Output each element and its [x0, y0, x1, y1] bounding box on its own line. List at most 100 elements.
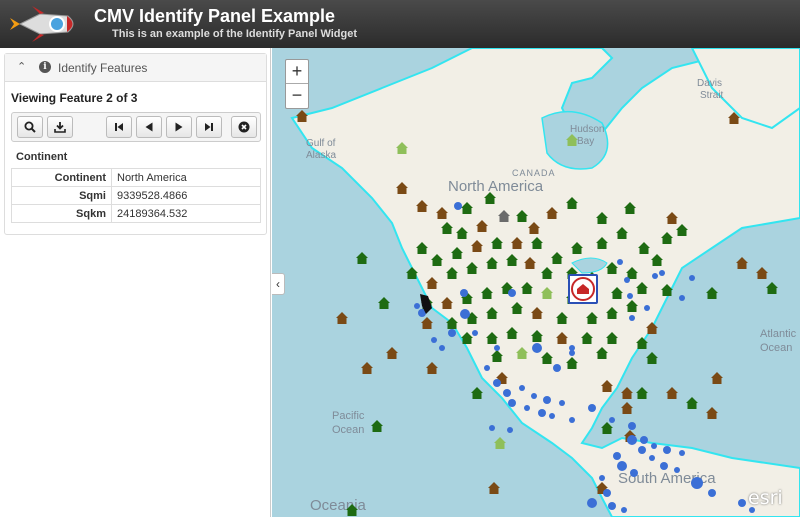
house-marker[interactable]	[451, 247, 463, 259]
clear-button[interactable]	[231, 116, 257, 138]
house-marker[interactable]	[661, 232, 673, 244]
house-marker[interactable]	[466, 262, 478, 274]
house-marker[interactable]	[361, 362, 373, 374]
feature-markers-layer[interactable]	[272, 48, 800, 517]
house-marker[interactable]	[461, 202, 473, 214]
point-marker[interactable]	[627, 293, 633, 299]
house-marker[interactable]	[624, 202, 636, 214]
point-marker[interactable]	[507, 427, 513, 433]
house-marker[interactable]	[621, 402, 633, 414]
house-marker[interactable]	[646, 352, 658, 364]
house-marker[interactable]	[601, 380, 613, 392]
house-marker[interactable]	[736, 257, 748, 269]
point-marker[interactable]	[439, 345, 445, 351]
point-marker[interactable]	[494, 345, 500, 351]
house-marker[interactable]	[756, 267, 768, 279]
house-marker[interactable]	[766, 282, 778, 294]
house-marker[interactable]	[531, 307, 543, 319]
point-marker[interactable]	[689, 275, 695, 281]
point-marker[interactable]	[738, 499, 746, 507]
house-marker[interactable]	[551, 252, 563, 264]
house-marker[interactable]	[556, 312, 568, 324]
house-marker[interactable]	[486, 307, 498, 319]
house-marker[interactable]	[596, 237, 608, 249]
point-marker[interactable]	[553, 364, 561, 372]
point-marker[interactable]	[543, 396, 551, 404]
house-marker[interactable]	[511, 237, 523, 249]
point-marker[interactable]	[629, 315, 635, 321]
last-feature-button[interactable]	[196, 116, 222, 138]
zoom-out-button[interactable]: −	[286, 84, 308, 108]
house-marker[interactable]	[541, 267, 553, 279]
point-marker[interactable]	[587, 498, 597, 508]
house-marker[interactable]	[511, 302, 523, 314]
house-marker[interactable]	[506, 254, 518, 266]
house-marker[interactable]	[386, 347, 398, 359]
house-marker[interactable]	[426, 277, 438, 289]
house-marker[interactable]	[396, 182, 408, 194]
house-marker[interactable]	[706, 407, 718, 419]
house-marker[interactable]	[606, 332, 618, 344]
house-marker[interactable]	[711, 372, 723, 384]
house-marker[interactable]	[541, 287, 553, 299]
house-marker[interactable]	[621, 387, 633, 399]
house-marker[interactable]	[491, 237, 503, 249]
house-marker[interactable]	[371, 420, 383, 432]
house-marker[interactable]	[611, 287, 623, 299]
house-marker[interactable]	[626, 300, 638, 312]
house-marker[interactable]	[556, 332, 568, 344]
zoom-to-feature-button[interactable]	[17, 116, 43, 138]
point-marker[interactable]	[638, 446, 646, 454]
house-marker[interactable]	[441, 222, 453, 234]
house-marker[interactable]	[461, 332, 473, 344]
house-marker[interactable]	[636, 282, 648, 294]
point-marker[interactable]	[484, 365, 490, 371]
point-marker[interactable]	[503, 389, 511, 397]
house-marker[interactable]	[676, 224, 688, 236]
house-marker[interactable]	[601, 422, 613, 434]
house-marker[interactable]	[586, 312, 598, 324]
house-marker[interactable]	[498, 210, 510, 222]
house-marker[interactable]	[666, 212, 678, 224]
house-marker[interactable]	[484, 192, 496, 204]
download-button[interactable]	[47, 116, 73, 138]
point-marker[interactable]	[659, 270, 665, 276]
point-marker[interactable]	[508, 399, 516, 407]
point-marker[interactable]	[652, 273, 658, 279]
house-marker[interactable]	[521, 282, 533, 294]
house-marker[interactable]	[431, 254, 443, 266]
house-marker[interactable]	[581, 332, 593, 344]
house-marker[interactable]	[336, 312, 348, 324]
chevron-up-icon[interactable]: ⌃	[17, 60, 26, 73]
point-marker[interactable]	[538, 409, 546, 417]
point-marker[interactable]	[613, 452, 621, 460]
point-marker[interactable]	[640, 436, 648, 444]
point-marker[interactable]	[559, 400, 565, 406]
point-marker[interactable]	[569, 417, 575, 423]
house-marker[interactable]	[296, 110, 308, 122]
house-marker[interactable]	[396, 142, 408, 154]
sidebar-collapse-button[interactable]: ‹	[272, 273, 285, 295]
house-marker[interactable]	[486, 257, 498, 269]
point-marker[interactable]	[609, 417, 615, 423]
previous-feature-button[interactable]	[136, 116, 162, 138]
house-marker[interactable]	[596, 347, 608, 359]
house-marker[interactable]	[456, 227, 468, 239]
house-marker[interactable]	[491, 350, 503, 362]
point-marker[interactable]	[588, 404, 596, 412]
house-marker[interactable]	[524, 257, 536, 269]
house-marker[interactable]	[541, 352, 553, 364]
house-marker[interactable]	[571, 242, 583, 254]
house-marker[interactable]	[531, 330, 543, 342]
house-marker[interactable]	[494, 437, 506, 449]
point-marker[interactable]	[674, 467, 680, 473]
house-marker[interactable]	[646, 322, 658, 334]
house-marker[interactable]	[596, 212, 608, 224]
house-marker[interactable]	[638, 242, 650, 254]
house-marker[interactable]	[426, 362, 438, 374]
point-marker[interactable]	[454, 202, 462, 210]
point-marker[interactable]	[621, 507, 627, 513]
point-marker[interactable]	[617, 461, 627, 471]
point-marker[interactable]	[663, 446, 671, 454]
house-marker[interactable]	[488, 482, 500, 494]
